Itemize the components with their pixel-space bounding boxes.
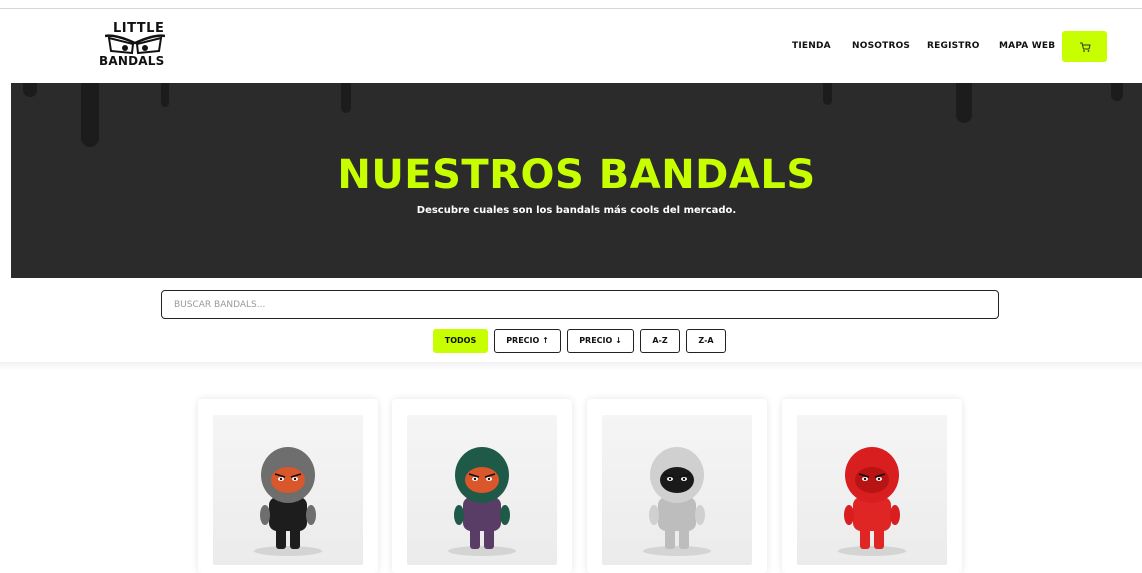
product-image <box>602 415 752 565</box>
product-card[interactable] <box>198 399 378 573</box>
filter-z-a-button[interactable]: Z-A <box>686 329 726 353</box>
nav-registro[interactable]: REGISTRO <box>927 41 980 52</box>
hero-drip <box>161 83 169 107</box>
logo[interactable]: LITTLE BANDALS <box>99 22 175 72</box>
product-image <box>407 415 557 565</box>
logo-text-bottom: BANDALS <box>99 54 165 68</box>
bandal-grey-hood-skull-figure-icon <box>254 447 322 556</box>
section-divider <box>0 362 1142 370</box>
cart-button[interactable] <box>1062 31 1107 62</box>
nav-mapa-web[interactable]: MAPA WEB <box>999 41 1055 52</box>
filter-price-asc-button[interactable]: PRECIO ↑ <box>494 329 561 353</box>
page: LITTLE BANDALS TIENDA NOSOTROS REGISTRO … <box>0 0 1142 573</box>
nav-tienda[interactable]: TIENDA <box>792 41 831 52</box>
hero-drip <box>1111 83 1123 101</box>
hero-drip <box>823 83 832 105</box>
cart-icon <box>1079 42 1091 52</box>
hero-drip <box>81 83 99 147</box>
hero-subtitle: Descubre cuales son los bandals más cool… <box>416 205 737 216</box>
filter-todos-button[interactable]: TODOS <box>433 329 488 353</box>
product-image <box>213 415 363 565</box>
hero-drip <box>23 83 37 97</box>
product-card[interactable] <box>392 399 572 573</box>
bandal-chrome-helmet-figure-icon <box>643 447 711 556</box>
filter-price-desc-button[interactable]: PRECIO ↓ <box>567 329 634 353</box>
bandal-red-hood-figure-icon <box>838 447 906 556</box>
hero-drip <box>341 83 351 113</box>
product-card[interactable] <box>587 399 767 573</box>
search-input[interactable] <box>161 290 999 319</box>
nav-nosotros[interactable]: NOSOTROS <box>852 41 910 52</box>
product-image <box>797 415 947 565</box>
hero-drip <box>956 83 972 123</box>
product-card[interactable] <box>782 399 962 573</box>
bandal-green-hood-figure-icon <box>448 447 516 556</box>
hero-banner: NUESTROS BANDALS Descubre cuales son los… <box>11 83 1142 278</box>
hero-title: NUESTROS BANDALS <box>337 152 816 198</box>
site-header: LITTLE BANDALS TIENDA NOSOTROS REGISTRO … <box>11 9 1142 83</box>
filter-a-z-button[interactable]: A-Z <box>640 329 680 353</box>
logo-eyes-icon <box>105 34 165 55</box>
